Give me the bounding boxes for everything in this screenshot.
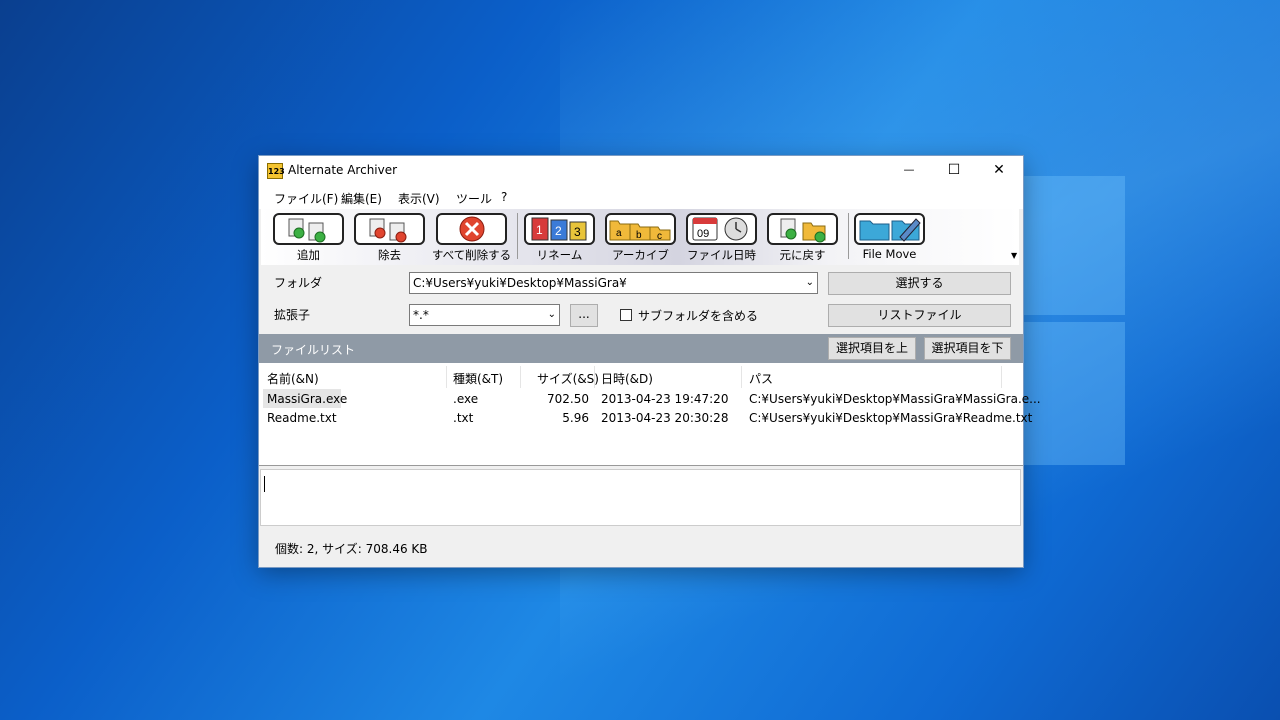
subfolder-label[interactable]: サブフォルダを含める	[638, 307, 758, 324]
move-down-button[interactable]: 選択項目を下	[924, 337, 1011, 360]
menu-bar: ファイル(F) 編集(E) 表示(V) ツール ?	[259, 185, 1023, 209]
column-header-type[interactable]: 種類(&T)	[453, 370, 503, 387]
extension-combobox[interactable]: *.* ⌄	[409, 304, 560, 326]
subfolder-checkbox[interactable]	[620, 309, 632, 321]
toolbar-separator	[517, 213, 518, 259]
file-list-title: ファイルリスト	[271, 343, 356, 357]
svg-text:2: 2	[555, 224, 562, 238]
rename-label: リネーム	[536, 248, 583, 262]
chevron-down-icon: ⌄	[547, 309, 556, 320]
list-file-button[interactable]: リストファイル	[828, 304, 1011, 327]
extension-browse-button[interactable]: ...	[570, 304, 598, 327]
desktop-window-logo-pane-top	[1022, 176, 1125, 315]
restore-files-icon	[780, 218, 826, 243]
column-header-date[interactable]: 日時(&D)	[601, 370, 653, 387]
svg-text:a: a	[616, 228, 622, 239]
column-divider[interactable]	[1001, 366, 1002, 388]
folder-label: フォルダ	[274, 276, 323, 290]
close-button[interactable]: ✕	[976, 156, 1022, 185]
row-2-date: 2013-04-23 20:30:28	[601, 411, 729, 425]
file-date-label: ファイル日時	[687, 248, 756, 262]
add-button[interactable]	[273, 213, 344, 245]
add-label: 追加	[297, 248, 320, 262]
rename-button[interactable]: 1 2 3	[524, 213, 595, 245]
remove-label: 除去	[378, 248, 401, 262]
row-1-path: C:¥Users¥yuki¥Desktop¥MassiGra¥MassiGra.…	[749, 392, 1041, 406]
menu-tools[interactable]: ツール	[456, 190, 492, 207]
calendar-clock-icon: 09	[692, 217, 748, 241]
folder-select-button[interactable]: 選択する	[828, 272, 1011, 295]
column-divider[interactable]	[594, 366, 595, 388]
app-icon: 123	[267, 163, 285, 179]
folder-pen-icon	[859, 218, 921, 242]
row-2-name[interactable]: Readme.txt	[267, 411, 337, 425]
column-header-size[interactable]: サイズ(&S)	[537, 370, 599, 387]
remove-all-label: すべて削除する	[431, 248, 512, 262]
row-2-path: C:¥Users¥yuki¥Desktop¥MassiGra¥Readme.tx…	[749, 411, 1033, 425]
menu-edit[interactable]: 編集(E)	[341, 190, 382, 207]
add-files-icon	[288, 218, 326, 243]
file-list-header-bar: ファイルリスト 選択項目を上 選択項目を下	[259, 334, 1023, 363]
toolbar: 追加 除去 すべて削除する 1 2 3 リネーム a b c アーカイブ 09 …	[261, 209, 1019, 265]
status-text: 個数: 2, サイズ: 708.46 KB	[275, 542, 428, 556]
row-2-size: 5.96	[562, 411, 589, 425]
remove-button[interactable]	[354, 213, 425, 245]
remove-all-button[interactable]	[436, 213, 507, 245]
row-1-size: 702.50	[547, 392, 589, 406]
extension-label: 拡張子	[274, 308, 311, 322]
folder-combobox[interactable]: C:¥Users¥yuki¥Desktop¥MassiGra¥ ⌄	[409, 272, 818, 294]
svg-text:1: 1	[536, 223, 543, 237]
column-divider[interactable]	[446, 366, 447, 388]
row-1-type: .exe	[453, 392, 479, 406]
text-caret	[264, 476, 265, 492]
title-bar: 123 Alternate Archiver — ☐ ✕	[259, 156, 1023, 185]
file-list: 名前(&N) 種類(&T) サイズ(&S) 日時(&D) パス MassiGra…	[259, 363, 1041, 466]
svg-text:b: b	[636, 230, 642, 241]
remove-files-icon	[369, 218, 407, 243]
column-header-path[interactable]: パス	[749, 370, 773, 387]
chevron-down-icon: ⌄	[805, 277, 814, 288]
column-divider[interactable]	[741, 366, 742, 388]
menu-help[interactable]: ?	[501, 190, 507, 204]
toolbar-separator-2	[848, 213, 849, 259]
folder-value: C:¥Users¥yuki¥Desktop¥MassiGra¥	[413, 276, 627, 290]
menu-file[interactable]: ファイル(F)	[274, 190, 338, 207]
archive-label: アーカイブ	[612, 248, 669, 262]
minimize-button[interactable]: —	[886, 156, 932, 185]
menu-view[interactable]: 表示(V)	[398, 190, 440, 207]
svg-text:09: 09	[697, 228, 709, 240]
extension-value: *.*	[413, 308, 429, 322]
column-divider[interactable]	[520, 366, 521, 388]
svg-text:c: c	[657, 231, 662, 242]
restore-button[interactable]	[767, 213, 838, 245]
window-title: Alternate Archiver	[288, 163, 398, 177]
row-1-date: 2013-04-23 19:47:20	[601, 392, 729, 406]
archive-button[interactable]: a b c	[605, 213, 676, 245]
delete-x-icon	[459, 216, 485, 242]
rename-123-icon: 1 2 3	[531, 217, 587, 241]
file-date-button[interactable]: 09	[686, 213, 757, 245]
maximize-button[interactable]: ☐	[931, 156, 977, 185]
restore-label: 元に戻す	[779, 248, 826, 262]
file-move-label: File Move	[862, 247, 917, 261]
app-window: 123 Alternate Archiver — ☐ ✕ ファイル(F) 編集(…	[259, 156, 1041, 567]
move-up-button[interactable]: 選択項目を上	[828, 337, 916, 360]
row-2-type: .txt	[453, 411, 474, 425]
row-1-name[interactable]: MassiGra.exe	[267, 392, 347, 406]
toolbar-overflow-icon[interactable]: ▼	[1011, 251, 1017, 260]
svg-text:3: 3	[574, 225, 581, 239]
column-header-name[interactable]: 名前(&N)	[267, 370, 319, 387]
archive-folders-icon: a b c	[609, 220, 671, 242]
file-move-button[interactable]	[854, 213, 925, 245]
log-textarea[interactable]	[260, 469, 1021, 526]
